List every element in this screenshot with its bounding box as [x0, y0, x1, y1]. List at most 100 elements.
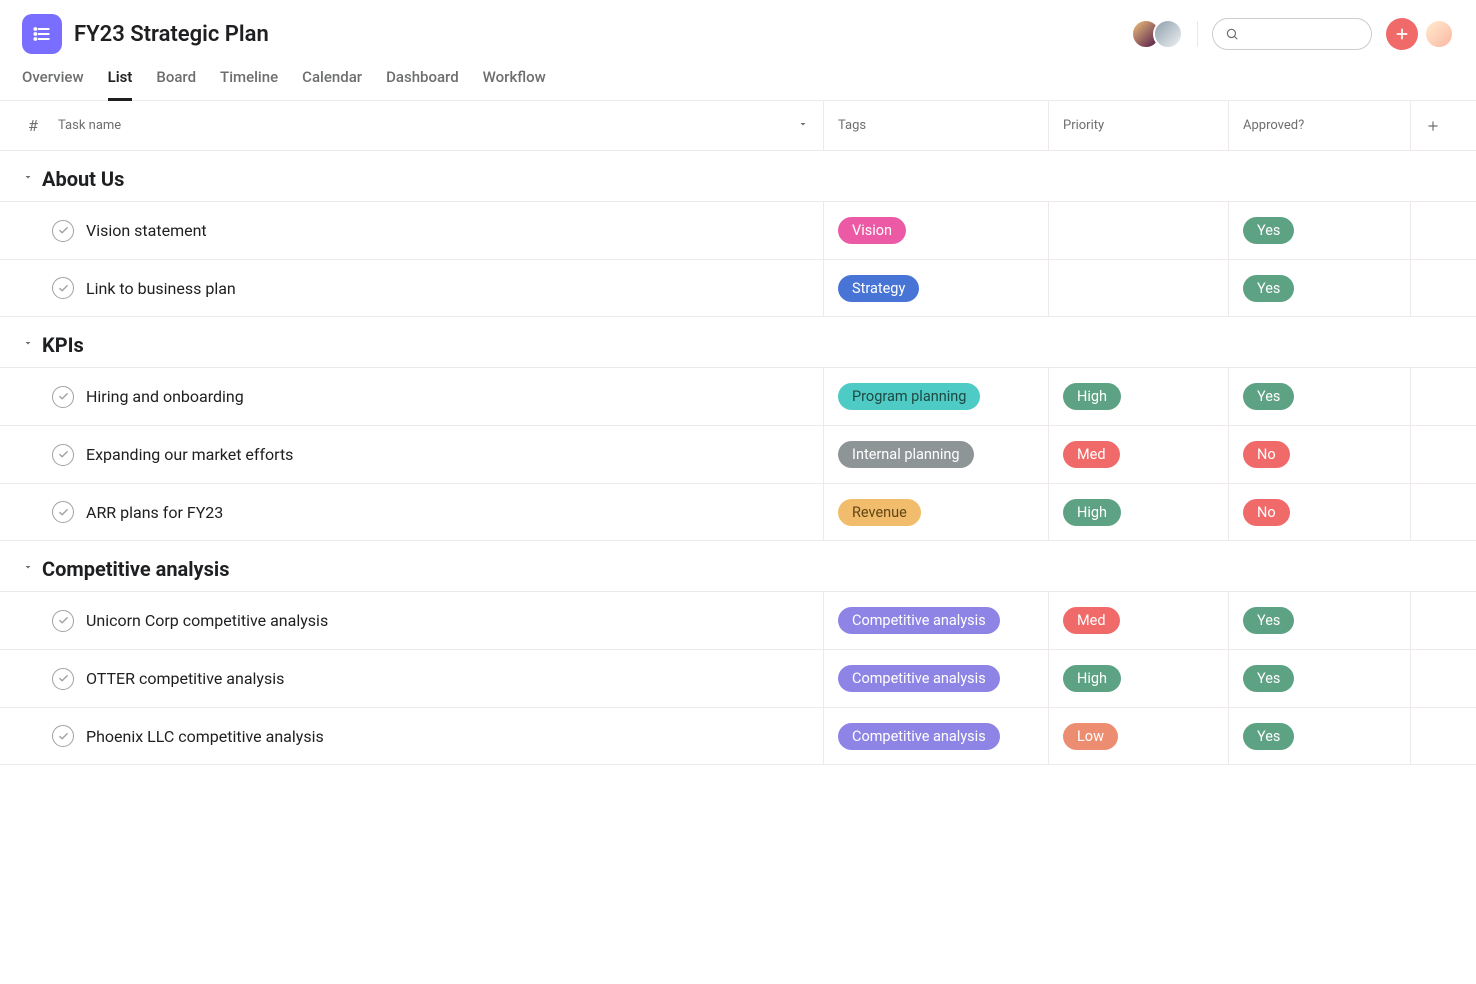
tags-cell[interactable]: Competitive analysis [823, 650, 1048, 707]
tab-overview[interactable]: Overview [22, 68, 84, 100]
column-priority[interactable]: Priority [1048, 101, 1228, 150]
header-right [1131, 18, 1454, 50]
approved-pill[interactable]: Yes [1243, 723, 1294, 750]
approved-cell[interactable]: No [1228, 484, 1410, 540]
task-name[interactable]: Vision statement [86, 221, 207, 240]
tab-calendar[interactable]: Calendar [302, 68, 362, 100]
complete-checkbox[interactable] [52, 444, 74, 466]
section-header[interactable]: About Us [0, 151, 1476, 201]
tag-pill[interactable]: Internal planning [838, 441, 974, 468]
caret-down-icon[interactable] [22, 561, 34, 577]
complete-checkbox[interactable] [52, 220, 74, 242]
caret-down-icon[interactable] [22, 171, 34, 187]
tags-cell[interactable]: Competitive analysis [823, 708, 1048, 764]
priority-pill[interactable]: Med [1063, 607, 1120, 634]
caret-down-icon[interactable] [22, 337, 34, 353]
priority-cell[interactable]: Low [1048, 708, 1228, 764]
priority-pill[interactable]: Low [1063, 723, 1118, 750]
tag-pill[interactable]: Competitive analysis [838, 723, 1000, 750]
task-row[interactable]: Phoenix LLC competitive analysis Competit… [0, 707, 1476, 765]
task-name[interactable]: Hiring and onboarding [86, 387, 244, 406]
priority-cell[interactable]: High [1048, 484, 1228, 540]
column-tags[interactable]: Tags [823, 101, 1048, 150]
tag-pill[interactable]: Competitive analysis [838, 607, 1000, 634]
task-row[interactable]: Link to business plan Strategy Yes [0, 259, 1476, 317]
tab-timeline[interactable]: Timeline [220, 68, 278, 100]
column-approved[interactable]: Approved? [1228, 101, 1410, 150]
tags-cell[interactable]: Competitive analysis [823, 592, 1048, 649]
priority-pill[interactable]: High [1063, 665, 1121, 692]
project-icon[interactable] [22, 14, 62, 54]
tag-pill[interactable]: Program planning [838, 383, 980, 410]
approved-cell[interactable]: Yes [1228, 592, 1410, 649]
approved-cell[interactable]: Yes [1228, 260, 1410, 316]
approved-cell[interactable]: No [1228, 426, 1410, 483]
tag-pill[interactable]: Competitive analysis [838, 665, 1000, 692]
section-title: KPIs [42, 333, 84, 357]
task-name[interactable]: ARR plans for FY23 [86, 503, 223, 522]
approved-pill[interactable]: Yes [1243, 217, 1294, 244]
section-title: About Us [42, 167, 124, 191]
complete-checkbox[interactable] [52, 725, 74, 747]
task-row[interactable]: ARR plans for FY23 Revenue High No [0, 483, 1476, 541]
priority-cell[interactable]: Med [1048, 592, 1228, 649]
approved-pill[interactable]: No [1243, 499, 1290, 526]
add-column-button[interactable] [1410, 101, 1454, 150]
priority-cell[interactable]: High [1048, 368, 1228, 425]
tags-cell[interactable]: Program planning [823, 368, 1048, 425]
complete-checkbox[interactable] [52, 610, 74, 632]
priority-cell[interactable] [1048, 260, 1228, 316]
column-task[interactable]: Task name [44, 118, 823, 134]
task-row[interactable]: Unicorn Corp competitive analysis Competi… [0, 591, 1476, 649]
tag-pill[interactable]: Vision [838, 217, 906, 244]
approved-pill[interactable]: Yes [1243, 665, 1294, 692]
task-name[interactable]: Expanding our market efforts [86, 445, 293, 464]
priority-pill[interactable]: Med [1063, 441, 1120, 468]
task-row[interactable]: Vision statement Vision Yes [0, 201, 1476, 259]
project-title[interactable]: FY23 Strategic Plan [74, 22, 269, 47]
complete-checkbox[interactable] [52, 277, 74, 299]
task-name[interactable]: Phoenix LLC competitive analysis [86, 727, 324, 746]
tab-dashboard[interactable]: Dashboard [386, 68, 459, 100]
search-input[interactable] [1212, 18, 1372, 50]
approved-pill[interactable]: Yes [1243, 607, 1294, 634]
approved-cell[interactable]: Yes [1228, 368, 1410, 425]
chevron-down-icon[interactable] [797, 118, 809, 134]
complete-checkbox[interactable] [52, 386, 74, 408]
priority-cell[interactable] [1048, 202, 1228, 259]
tags-cell[interactable]: Revenue [823, 484, 1048, 540]
approved-pill[interactable]: No [1243, 441, 1290, 468]
priority-pill[interactable]: High [1063, 499, 1121, 526]
task-name[interactable]: OTTER competitive analysis [86, 669, 284, 688]
tags-cell[interactable]: Vision [823, 202, 1048, 259]
section-header[interactable]: Competitive analysis [0, 541, 1476, 591]
tab-list[interactable]: List [108, 68, 133, 101]
approved-pill[interactable]: Yes [1243, 383, 1294, 410]
approved-cell[interactable]: Yes [1228, 202, 1410, 259]
tag-pill[interactable]: Strategy [838, 275, 919, 302]
tab-workflow[interactable]: Workflow [483, 68, 546, 100]
task-row[interactable]: OTTER competitive analysis Competitive an… [0, 649, 1476, 707]
avatar[interactable] [1153, 19, 1183, 49]
add-button[interactable] [1386, 18, 1418, 50]
section-header[interactable]: KPIs [0, 317, 1476, 367]
priority-cell[interactable]: High [1048, 650, 1228, 707]
tags-cell[interactable]: Internal planning [823, 426, 1048, 483]
priority-pill[interactable]: High [1063, 383, 1121, 410]
user-avatar[interactable] [1424, 19, 1454, 49]
extra-cell [1410, 484, 1454, 540]
tag-pill[interactable]: Revenue [838, 499, 921, 526]
task-name[interactable]: Unicorn Corp competitive analysis [86, 611, 328, 630]
task-row[interactable]: Hiring and onboarding Program planning Hig… [0, 367, 1476, 425]
priority-cell[interactable]: Med [1048, 426, 1228, 483]
complete-checkbox[interactable] [52, 668, 74, 690]
tab-board[interactable]: Board [156, 68, 196, 100]
approved-pill[interactable]: Yes [1243, 275, 1294, 302]
task-name[interactable]: Link to business plan [86, 279, 236, 298]
tags-cell[interactable]: Strategy [823, 260, 1048, 316]
complete-checkbox[interactable] [52, 501, 74, 523]
approved-cell[interactable]: Yes [1228, 650, 1410, 707]
member-avatars[interactable] [1131, 19, 1183, 49]
approved-cell[interactable]: Yes [1228, 708, 1410, 764]
task-row[interactable]: Expanding our market efforts Internal pla… [0, 425, 1476, 483]
